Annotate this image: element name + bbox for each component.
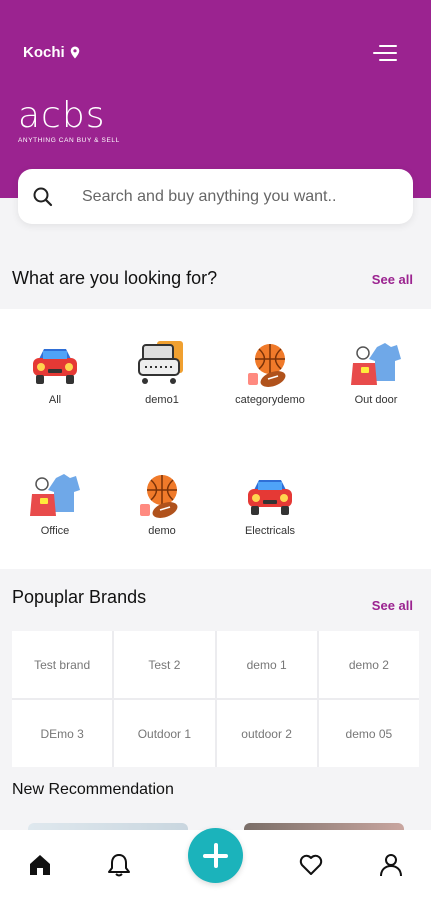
notification-bell-icon[interactable] [106, 852, 132, 878]
app-logo: acbs ANYTHING CAN BUY & SELL [18, 95, 120, 145]
category-item[interactable]: Electricals [215, 472, 325, 537]
brand-tile[interactable]: demo 2 [318, 631, 419, 698]
category-item[interactable]: Out door [321, 341, 431, 406]
category-label: categorydemo [235, 394, 305, 406]
category-label: demo1 [145, 394, 179, 406]
search-input[interactable] [82, 169, 402, 224]
profile-user-icon[interactable] [378, 852, 404, 878]
brands-title: Popuplar Brands [12, 587, 147, 607]
add-icon[interactable] [188, 828, 243, 883]
category-label: demo [148, 525, 176, 537]
category-item[interactable]: All [0, 341, 110, 406]
brand-tile[interactable]: demo 05 [318, 700, 419, 767]
search-bar [18, 169, 413, 224]
brand-tile[interactable]: Test 2 [114, 631, 215, 698]
brand-tile[interactable]: Test brand [12, 631, 113, 698]
location-selector[interactable]: Kochi [23, 44, 80, 61]
location-label: Kochi [23, 44, 65, 61]
favorite-heart-icon[interactable] [298, 852, 324, 878]
brand-tile[interactable]: Outdoor 1 [114, 700, 215, 767]
sofa-icon [138, 341, 183, 384]
brand-tile[interactable]: demo 1 [216, 631, 317, 698]
home-icon[interactable] [27, 852, 53, 878]
location-pin-icon [70, 46, 79, 59]
category-item[interactable]: Office [0, 472, 110, 537]
brands-see-all-link[interactable]: See all [372, 598, 413, 613]
category-item[interactable]: demo1 [107, 341, 217, 406]
car-icon [33, 349, 77, 384]
category-label: Out door [354, 394, 398, 406]
sports-balls-icon [140, 475, 178, 518]
car-icon [248, 480, 292, 515]
hamburger-menu-icon[interactable] [373, 44, 397, 62]
categories-title: What are you looking for? [12, 268, 218, 288]
brand-tile[interactable]: outdoor 2 [216, 700, 317, 767]
clothes-bag-icon [30, 474, 80, 516]
search-icon[interactable] [32, 186, 54, 208]
recommendation-title: New Recommendation [12, 781, 174, 798]
category-label: Electricals [244, 525, 296, 537]
categories-panel: All demo1 categorydemo Out door Office d… [0, 309, 431, 569]
category-label: Office [40, 525, 70, 537]
category-item[interactable]: demo [107, 472, 217, 537]
logo-tagline: ANYTHING CAN BUY & SELL [18, 137, 120, 144]
brands-grid: Test brand Test 2 demo 1 demo 2 DEmo 3 O… [12, 631, 419, 767]
category-label: All [48, 394, 62, 406]
brand-tile[interactable]: DEmo 3 [12, 700, 113, 767]
sports-balls-icon [248, 344, 286, 387]
categories-see-all-link[interactable]: See all [372, 272, 413, 287]
category-item[interactable]: categorydemo [215, 341, 325, 406]
logo-wordmark: acbs [18, 95, 106, 136]
clothes-bag-icon [351, 343, 401, 385]
